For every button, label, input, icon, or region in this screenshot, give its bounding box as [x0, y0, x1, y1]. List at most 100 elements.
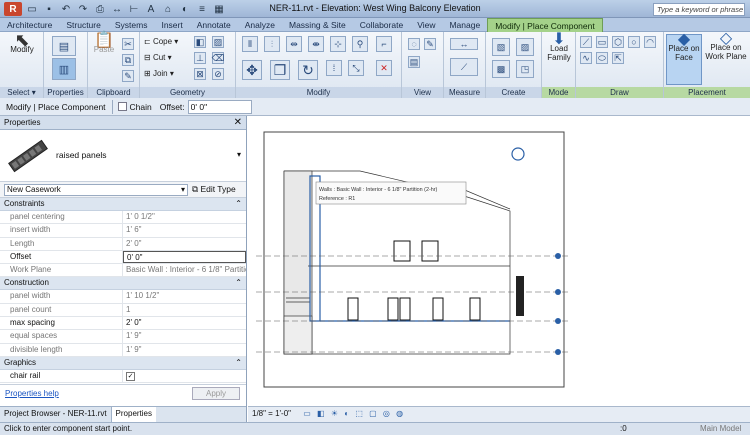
place-on-work-plane-button[interactable]: ◇ Place on Work Plane: [704, 31, 748, 62]
crop-view-icon[interactable]: ⬚: [355, 409, 363, 418]
wall-joins-icon[interactable]: ⊥: [194, 52, 206, 64]
trim-icon[interactable]: ⌐: [376, 36, 392, 52]
load-family-button[interactable]: ⬇ Load Family: [544, 32, 574, 63]
tab-annotate[interactable]: Annotate: [190, 18, 238, 32]
split-icon[interactable]: ⊹: [330, 36, 346, 52]
pick-lines-icon[interactable]: ⇱: [612, 52, 624, 64]
group-graphics[interactable]: Graphics ⌃: [0, 356, 246, 370]
close-icon[interactable]: ✕: [234, 117, 242, 128]
reveal-hidden-icon[interactable]: ◍: [396, 409, 403, 418]
copy-element-icon[interactable]: ❐: [270, 60, 290, 80]
join-button[interactable]: ⊞ Join ▾: [144, 69, 174, 78]
create-similar-icon[interactable]: ◳: [516, 60, 534, 78]
aligned-dimension-icon[interactable]: ⟋: [450, 58, 478, 76]
linework-icon[interactable]: ▤: [408, 56, 420, 68]
paste-button[interactable]: 📋 Paste: [92, 33, 116, 55]
property-row: panel count 1: [0, 303, 246, 318]
offset-input[interactable]: 0' 0": [187, 99, 252, 114]
align-icon[interactable]: ⫴: [242, 36, 258, 52]
temporary-hide-icon[interactable]: ◎: [383, 409, 390, 418]
window: [347, 297, 359, 321]
elevation-marker-icon[interactable]: [511, 147, 525, 161]
shadows-icon[interactable]: ◐: [344, 409, 349, 418]
apply-button[interactable]: Apply: [192, 387, 240, 400]
edit-type-icon: ⧉: [192, 184, 199, 194]
rotate-icon[interactable]: ↻: [298, 60, 318, 80]
group-construction[interactable]: Construction ⌃: [0, 277, 246, 291]
panel-label-create: Create: [486, 87, 541, 98]
window: [387, 297, 399, 321]
chair-rail-checkbox[interactable]: ✓: [126, 371, 135, 381]
create-parts-icon[interactable]: ▨: [516, 38, 534, 56]
mirror-axis-icon[interactable]: ⇹: [286, 36, 302, 52]
place-on-face-button[interactable]: ◆ Place on Face: [666, 32, 702, 85]
wall-tooltip: Walls : Basic Wall : Interior - 6 1/8" P…: [315, 181, 467, 205]
delete-icon[interactable]: ✕: [376, 60, 392, 76]
tab-insert[interactable]: Insert: [154, 18, 189, 32]
paint-icon[interactable]: ▨: [212, 36, 224, 48]
move-icon[interactable]: ✥: [242, 60, 262, 80]
properties-icon[interactable]: ▤: [52, 36, 76, 56]
circle-icon[interactable]: ○: [628, 36, 640, 48]
create-assembly-icon[interactable]: ▧: [492, 38, 510, 56]
edit-type-button[interactable]: ⧉ Edit Type: [192, 184, 236, 195]
demolish-icon[interactable]: ⌫: [212, 52, 224, 64]
visual-style-icon[interactable]: ◧: [317, 409, 325, 418]
spline-icon[interactable]: ∿: [580, 52, 592, 64]
mirror-draw-icon[interactable]: ⇼: [308, 36, 324, 52]
panel-label-select[interactable]: Select ▾: [0, 87, 43, 98]
modify-button[interactable]: ⬉ Modify: [6, 31, 38, 54]
arc-icon[interactable]: ◠: [644, 36, 656, 48]
tab-analyze[interactable]: Analyze: [238, 18, 282, 32]
split-face-icon[interactable]: ◧: [194, 36, 206, 48]
measure-distance-icon[interactable]: ↔: [450, 38, 478, 50]
type-selector[interactable]: raised panels ▾: [0, 130, 246, 182]
tab-modify-place-component[interactable]: Modify | Place Component: [487, 18, 603, 32]
remove-paint-icon[interactable]: ⊘: [212, 68, 224, 80]
type-name: raised panels: [56, 150, 107, 160]
tab-properties[interactable]: Properties: [111, 407, 157, 422]
elevation-drawing[interactable]: Walls : Basic Wall : Interior - 6 1/8" P…: [248, 116, 750, 406]
array-icon[interactable]: ⁞: [326, 60, 342, 76]
hide-icon[interactable]: ◌: [408, 38, 420, 50]
tab-collaborate[interactable]: Collaborate: [353, 18, 410, 32]
tab-view[interactable]: View: [410, 18, 442, 32]
panel-clipboard: 📋 Paste ✂ ⧉ ✎ Clipboard: [88, 32, 140, 98]
scale-icon[interactable]: ⤡: [348, 60, 364, 76]
line-icon[interactable]: ⟋: [580, 36, 592, 48]
cut-geometry-button[interactable]: ⊟ Cut ▾: [144, 53, 172, 62]
create-group-icon[interactable]: ▩: [492, 60, 510, 78]
design-option-status[interactable]: Main Model: [700, 424, 741, 433]
dropdown-arrow-icon: ▾: [180, 185, 185, 194]
group-constraints[interactable]: Constraints ⌃: [0, 198, 246, 211]
property-row[interactable]: max spacing 2' 0": [0, 317, 246, 331]
view-scale[interactable]: 1/8" = 1'-0": [252, 409, 291, 418]
unjoin-icon[interactable]: ⊠: [194, 68, 206, 80]
rectangle-icon[interactable]: ▭: [596, 36, 608, 48]
offset-value-input[interactable]: 0' 0": [123, 250, 246, 264]
tab-massing-site[interactable]: Massing & Site: [282, 18, 353, 32]
show-crop-icon[interactable]: ▢: [369, 409, 377, 418]
polygon-icon[interactable]: ⬡: [612, 36, 624, 48]
detail-level-icon[interactable]: ▭: [303, 409, 311, 418]
tab-project-browser[interactable]: Project Browser - NER-11.rvt: [0, 407, 112, 422]
tab-architecture[interactable]: Architecture: [0, 18, 59, 32]
type-properties-icon[interactable]: ▥: [52, 58, 76, 80]
tab-manage[interactable]: Manage: [442, 18, 487, 32]
cut-icon[interactable]: ✂: [122, 38, 134, 50]
pin-icon[interactable]: ⚲: [352, 36, 368, 52]
override-graphics-icon[interactable]: ✎: [424, 38, 436, 50]
copy-icon[interactable]: ⧉: [122, 54, 134, 66]
sun-path-icon[interactable]: ☀: [331, 409, 338, 418]
drawing-area[interactable]: Walls : Basic Wall : Interior - 6 1/8" P…: [248, 116, 750, 406]
search-input[interactable]: Type a keyword or phrase: [653, 3, 745, 16]
chain-checkbox[interactable]: [117, 102, 127, 111]
match-properties-icon[interactable]: ✎: [122, 70, 134, 82]
instance-filter-dropdown[interactable]: New Casework ▾: [4, 184, 188, 196]
offset-icon[interactable]: ⫶: [264, 36, 280, 52]
ellipse-icon[interactable]: ⬭: [596, 52, 608, 64]
properties-help-link[interactable]: Properties help: [5, 389, 59, 398]
tab-structure[interactable]: Structure: [59, 18, 108, 32]
cope-button[interactable]: ⊏ Cope ▾: [144, 37, 178, 46]
tab-systems[interactable]: Systems: [108, 18, 155, 32]
